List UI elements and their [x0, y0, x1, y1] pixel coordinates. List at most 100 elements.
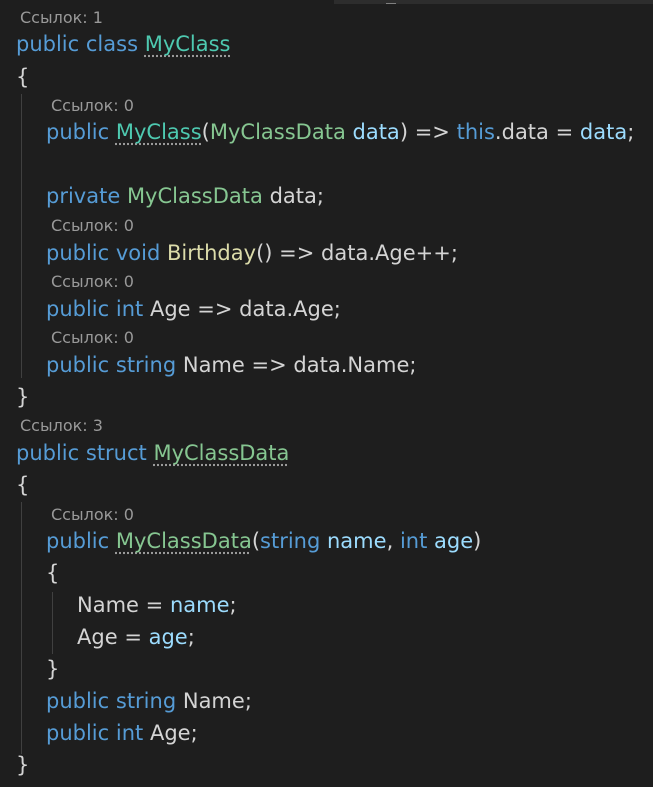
comma: ,	[386, 529, 394, 553]
param-data: data	[352, 120, 400, 144]
keyword-public: public	[16, 441, 80, 465]
brace-close: }	[16, 385, 30, 409]
param-name-ref: name	[169, 593, 230, 617]
keyword-void: void	[115, 241, 161, 265]
keyword-int: int	[115, 297, 144, 321]
struct-name-myclassdata[interactable]: MyClassData	[153, 441, 289, 465]
indent-guide-ctor-body	[52, 592, 53, 654]
keyword-public: public	[46, 689, 110, 713]
field-data: data	[501, 120, 549, 144]
code-line-constructor: public MyClass(MyClassData data) => this…	[46, 119, 634, 145]
keyword-struct: struct	[85, 441, 147, 465]
increment-operator: ++	[415, 241, 451, 265]
codelens-class-references[interactable]: Ссылок: 1	[20, 8, 103, 28]
keyword-int: int	[399, 529, 428, 553]
codelens-struct-ctor-references[interactable]: Ссылок: 0	[51, 505, 134, 525]
indent-guide-struct	[21, 502, 22, 754]
keyword-string: string	[115, 353, 177, 377]
field-age[interactable]: Age	[150, 721, 191, 745]
keyword-public: public	[46, 120, 110, 144]
ctor-name-myclass[interactable]: MyClass	[116, 120, 202, 144]
keyword-string: string	[115, 689, 177, 713]
paren-open: (	[201, 120, 210, 144]
semicolon: ;	[333, 297, 341, 321]
code-editor[interactable]: Ссылок: 1 public class MyClass { Ссылок:…	[0, 0, 653, 787]
field-data: data	[293, 353, 341, 377]
keyword-int: int	[115, 721, 144, 745]
member-age: Age	[293, 297, 334, 321]
keyword-private: private	[46, 184, 121, 208]
keyword-this: this	[456, 120, 495, 144]
arrow-operator: =>	[197, 297, 233, 321]
paren-open: (	[251, 529, 261, 553]
keyword-public: public	[46, 529, 110, 553]
brace-close: }	[46, 657, 60, 681]
assign-operator: =	[145, 593, 164, 617]
semicolon: ;	[409, 353, 417, 377]
code-line-name-property: public string Name => data.Name;	[46, 352, 416, 378]
type-myclassdata[interactable]: MyClassData	[127, 184, 263, 208]
assign-operator: =	[124, 625, 142, 649]
code-line-close-brace: }	[16, 384, 29, 410]
paren-close: )	[473, 529, 482, 553]
field-name: Name	[77, 593, 139, 617]
arrow-operator: =>	[251, 353, 287, 377]
class-name-myclass[interactable]: MyClass	[145, 32, 231, 56]
field-name[interactable]: Name	[183, 689, 245, 713]
member-name: Name	[347, 353, 410, 377]
semicolon: ;	[316, 184, 324, 208]
param-age-ref: age	[148, 625, 188, 649]
keyword-public: public	[46, 241, 110, 265]
semicolon: ;	[229, 593, 237, 617]
field-age: Age	[77, 625, 118, 649]
tab-strip	[0, 0, 653, 4]
keyword-public: public	[16, 32, 80, 56]
indent-guide-class	[21, 94, 22, 378]
brace-open: {	[16, 473, 30, 497]
keyword-public: public	[46, 297, 110, 321]
code-line-assign-name: Name = name;	[77, 592, 237, 618]
keyword-class: class	[85, 32, 139, 56]
semicolon: ;	[190, 721, 198, 745]
type-myclassdata[interactable]: MyClassData	[210, 120, 346, 144]
brace-close: }	[16, 753, 30, 777]
active-tab[interactable]	[0, 0, 334, 4]
keyword-public: public	[46, 353, 110, 377]
field-data: data	[321, 241, 369, 265]
keyword-public: public	[46, 721, 110, 745]
codelens-birthday-references[interactable]: Ссылок: 0	[51, 216, 134, 236]
field-data: data	[239, 297, 287, 321]
code-line-open-brace: {	[16, 472, 29, 498]
code-line-close-brace: }	[16, 752, 29, 778]
code-line-struct-constructor: public MyClassData(string name, int age)	[46, 528, 481, 554]
member-age: Age	[375, 241, 416, 265]
codelens-ctor-references[interactable]: Ссылок: 0	[51, 96, 134, 116]
arrow-operator: =>	[414, 120, 450, 144]
brace-open: {	[46, 561, 60, 585]
code-line-open-brace: {	[16, 64, 29, 90]
tab-scroll-indicator	[386, 0, 396, 4]
code-line-age-field: public int Age;	[46, 720, 198, 746]
code-line-name-field: public string Name;	[46, 688, 252, 714]
property-name[interactable]: Name	[183, 353, 245, 377]
param-age: age	[434, 529, 474, 553]
code-line-ctor-close-brace: }	[46, 656, 59, 682]
brace-open: {	[16, 65, 30, 89]
param-name: name	[327, 529, 387, 553]
param-data-ref: data	[579, 120, 628, 144]
code-line-struct-declaration: public struct MyClassData	[16, 440, 289, 466]
dot: .	[494, 120, 502, 144]
semicolon: ;	[627, 120, 635, 144]
code-line-age-property: public int Age => data.Age;	[46, 296, 341, 322]
code-line-birthday: public void Birthday() => data.Age++;	[46, 240, 458, 266]
code-line-class-declaration: public class MyClass	[16, 31, 231, 57]
assign-operator: =	[555, 120, 574, 144]
method-birthday[interactable]: Birthday	[167, 241, 256, 265]
codelens-name-references[interactable]: Ссылок: 0	[51, 328, 134, 348]
codelens-struct-references[interactable]: Ссылок: 3	[20, 416, 103, 436]
ctor-name-myclassdata[interactable]: MyClassData	[116, 529, 252, 553]
property-age[interactable]: Age	[150, 297, 191, 321]
codelens-age-references[interactable]: Ссылок: 0	[51, 272, 134, 292]
code-line-field: private MyClassData data;	[46, 183, 324, 209]
keyword-string: string	[260, 529, 321, 553]
